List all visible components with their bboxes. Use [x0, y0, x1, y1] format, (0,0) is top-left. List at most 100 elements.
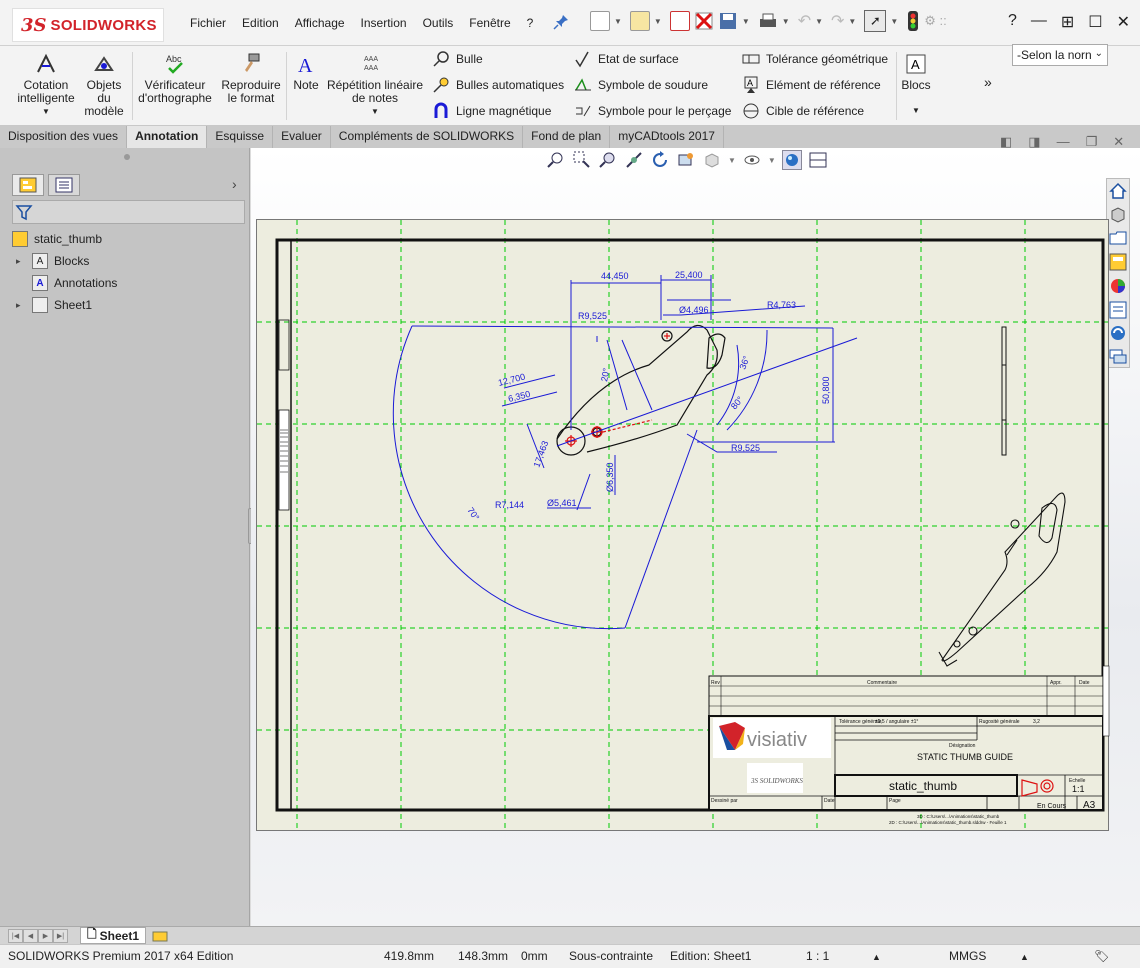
appearances-icon[interactable]	[1108, 276, 1128, 296]
close-doc-icon[interactable]: ✕	[1113, 134, 1124, 150]
tags-icon[interactable]: 🏷	[1094, 949, 1109, 963]
dim-dia-5-461[interactable]: Ø5,461	[547, 498, 577, 508]
view-settings-icon[interactable]	[808, 150, 828, 170]
undo-icon[interactable]: ↶	[798, 11, 811, 31]
custom-properties-icon[interactable]	[1108, 300, 1128, 320]
dim-12-700[interactable]: 12,700	[497, 372, 526, 388]
surface-finish-button[interactable]: Etat de surface	[574, 48, 679, 70]
dim-50-800[interactable]: 50,800	[821, 376, 831, 404]
tab-evaluate[interactable]: Evaluer	[273, 126, 331, 148]
previous-doc-icon[interactable]: ◧	[1000, 134, 1012, 150]
linear-note-pattern-button[interactable]: AAA AAA Répétition linéaire de notes ▼	[326, 52, 424, 118]
dim-angle-20[interactable]: 20°	[599, 367, 611, 383]
expand-icon[interactable]: ▸	[16, 300, 26, 311]
zoom-area-icon[interactable]	[572, 150, 592, 170]
menu-help[interactable]: ?	[519, 16, 542, 30]
model-items-button[interactable]: Objets du modèle	[82, 52, 126, 118]
magnetic-line-button[interactable]: Ligne magnétique	[432, 100, 551, 122]
design-library-icon[interactable]	[1108, 205, 1128, 225]
rotate-view-icon[interactable]	[650, 150, 670, 170]
property-manager-tab[interactable]	[48, 174, 80, 196]
close-icon[interactable]: ✕	[1117, 12, 1130, 32]
minimize-icon[interactable]: —	[1031, 12, 1047, 32]
dim-angle-70[interactable]: 70°	[465, 505, 481, 522]
make-drawing-icon[interactable]	[669, 11, 690, 31]
tree-item-annotations[interactable]: A Annotations	[12, 272, 117, 294]
tab-sheet-format[interactable]: Fond de plan	[523, 126, 611, 148]
menu-insertion[interactable]: Insertion	[353, 16, 415, 30]
home-icon[interactable]	[1108, 181, 1128, 201]
dim-25-400[interactable]: 25,400	[675, 270, 703, 280]
chevron-up-icon[interactable]: ▲	[872, 952, 881, 962]
display-style-icon[interactable]	[702, 150, 722, 170]
ribbon-overflow-icon[interactable]: »	[984, 74, 992, 90]
datum-feature-button[interactable]: A Elément de référence	[742, 74, 881, 96]
dim-r4-763[interactable]: R4,763	[767, 300, 796, 310]
menu-affichage[interactable]: Affichage	[287, 16, 353, 30]
menu-fichier[interactable]: Fichier	[182, 16, 234, 30]
dim-angle-36[interactable]: 36°	[737, 354, 751, 371]
dim-dia-6-350[interactable]: Ø6,350	[605, 462, 615, 492]
prev-sheet-icon[interactable]: ◀	[23, 928, 38, 943]
tree-item-sheet1[interactable]: ▸ Sheet1	[12, 294, 117, 316]
sheet-tab-sheet1[interactable]: 🗋 Sheet1	[80, 927, 147, 944]
drawing-title[interactable]: STATIC THUMB GUIDE	[917, 752, 1013, 762]
file-explorer-icon[interactable]	[1108, 229, 1128, 249]
save-icon[interactable]	[718, 11, 738, 31]
tab-sketch[interactable]: Esquisse	[207, 126, 274, 148]
previous-view-icon[interactable]	[598, 150, 618, 170]
chevron-down-icon[interactable]: ▼	[614, 17, 622, 26]
drafting-standard-dropdown[interactable]: -Selon la norn ⌄	[1012, 44, 1108, 66]
tree-root[interactable]: static_thumb	[12, 228, 117, 250]
panel-handle[interactable]	[124, 154, 130, 160]
expand-icon[interactable]: ▸	[16, 256, 26, 267]
chevron-right-icon[interactable]: ›	[232, 176, 237, 192]
chevron-up-icon[interactable]: ▲	[1020, 952, 1029, 962]
redraw-icon[interactable]	[676, 150, 696, 170]
pan-icon[interactable]	[624, 150, 644, 170]
maximize-icon[interactable]: ☐	[1088, 12, 1102, 32]
chevron-down-icon[interactable]: ▼	[890, 17, 898, 26]
select-pointer-icon[interactable]: ➚	[864, 10, 887, 32]
unit-system[interactable]: MMGS	[949, 949, 986, 963]
last-sheet-icon[interactable]: ▶|	[53, 928, 68, 943]
chevron-down-icon[interactable]: ▼	[782, 17, 790, 26]
open-document-icon[interactable]	[629, 11, 650, 31]
menu-outils[interactable]: Outils	[415, 16, 462, 30]
menu-edition[interactable]: Edition	[234, 16, 287, 30]
dim-r7-144[interactable]: R7,144	[495, 500, 524, 510]
drawing-sheet[interactable]: 44,450 25,400 R9,525 Ø4,496 R4,763 12,70…	[256, 219, 1110, 832]
solidworks-logo[interactable]: 3S SOLIDWORKS	[12, 8, 164, 42]
dim-r9-525-top[interactable]: R9,525	[578, 311, 607, 321]
restore-doc-icon[interactable]: ❐	[1086, 134, 1098, 150]
tab-annotation[interactable]: Annotation	[127, 126, 208, 148]
options-icon[interactable]: ⚙ ::	[924, 13, 947, 29]
close-document-icon[interactable]	[694, 11, 714, 31]
dim-angle-80[interactable]: 80°	[729, 394, 746, 411]
datum-target-button[interactable]: Cible de référence	[742, 100, 864, 122]
view-palette-icon[interactable]	[1108, 252, 1128, 272]
tree-item-blocks[interactable]: ▸ A Blocks	[12, 250, 117, 272]
feature-tree-tab[interactable]	[12, 174, 44, 196]
auto-balloon-button[interactable]: Bulles automatiques	[432, 74, 564, 96]
format-painter-button[interactable]: Reproduire le format	[218, 52, 284, 105]
balloon-button[interactable]: Bulle	[432, 48, 483, 70]
weld-symbol-button[interactable]: Symbole de soudure	[574, 74, 708, 96]
first-sheet-icon[interactable]: |◀	[8, 928, 23, 943]
dim-dia-4-496[interactable]: Ø4,496	[679, 305, 709, 315]
minimize-doc-icon[interactable]: —	[1057, 134, 1070, 150]
tab-mycadtools[interactable]: myCADtools 2017	[610, 126, 724, 148]
tab-view-layout[interactable]: Disposition des vues	[0, 126, 128, 148]
appearance-icon[interactable]	[781, 150, 802, 170]
part-name[interactable]: static_thumb	[889, 779, 957, 793]
note-button[interactable]: A Note	[290, 52, 322, 92]
solidworks-resources-icon[interactable]	[1108, 324, 1128, 344]
chevron-down-icon[interactable]: ▼	[815, 17, 823, 26]
chevron-down-icon[interactable]: ▼	[848, 17, 856, 26]
next-sheet-icon[interactable]: ▶	[38, 928, 53, 943]
geometric-tolerance-button[interactable]: Tolérance géométrique	[742, 48, 888, 70]
add-sheet-icon[interactable]	[152, 929, 168, 943]
tab-addins[interactable]: Compléments de SOLIDWORKS	[331, 126, 524, 148]
new-document-icon[interactable]	[590, 11, 610, 31]
hide-show-items-icon[interactable]	[742, 150, 762, 170]
